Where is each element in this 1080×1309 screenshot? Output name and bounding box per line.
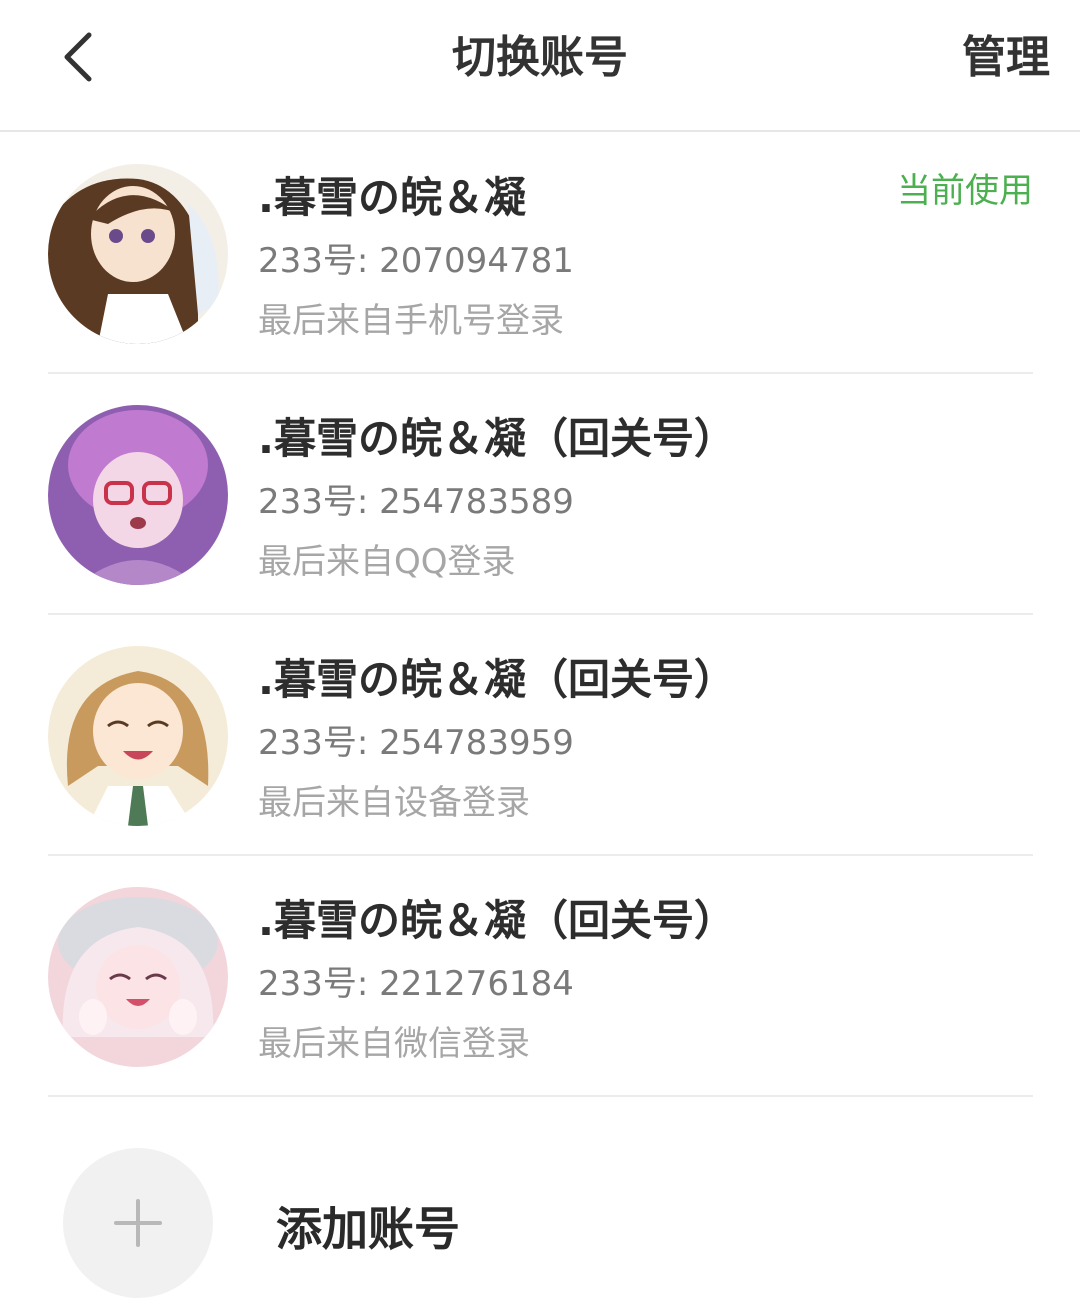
- avatar: [48, 646, 228, 826]
- manage-button[interactable]: 管理: [962, 30, 1050, 86]
- add-account-label: 添加账号: [276, 1202, 460, 1256]
- account-row[interactable]: .暮雪の皖＆凝（回关号） 233号: 221276184 最后来自微信登录: [48, 856, 1033, 1097]
- page-title: 切换账号: [452, 32, 628, 83]
- account-id: 233号: 254783589: [258, 482, 574, 522]
- account-row[interactable]: .暮雪の皖＆凝（回关号） 233号: 254783959 最后来自设备登录: [48, 615, 1033, 856]
- account-list: .暮雪の皖＆凝 当前使用 233号: 207094781 最后来自手机号登录 .…: [48, 133, 1033, 1097]
- last-login-source: 最后来自手机号登录: [258, 301, 564, 341]
- plus-icon: [114, 1199, 162, 1247]
- add-account-circle: [63, 1148, 213, 1298]
- avatar: [48, 164, 228, 344]
- last-login-source: 最后来自QQ登录: [258, 542, 516, 582]
- account-name: .暮雪の皖＆凝: [258, 173, 526, 222]
- account-row[interactable]: .暮雪の皖＆凝 当前使用 233号: 207094781 最后来自手机号登录: [48, 133, 1033, 374]
- account-id: 233号: 207094781: [258, 241, 574, 281]
- account-name: .暮雪の皖＆凝（回关号）: [258, 896, 736, 945]
- avatar: [48, 887, 228, 1067]
- add-account-button[interactable]: 添加账号: [48, 1103, 1033, 1309]
- account-name: .暮雪の皖＆凝（回关号）: [258, 414, 736, 463]
- account-row[interactable]: .暮雪の皖＆凝（回关号） 233号: 254783589 最后来自QQ登录: [48, 374, 1033, 615]
- last-login-source: 最后来自设备登录: [258, 783, 530, 823]
- account-id: 233号: 221276184: [258, 964, 574, 1004]
- account-id: 233号: 254783959: [258, 723, 574, 763]
- last-login-source: 最后来自微信登录: [258, 1024, 530, 1064]
- avatar: [48, 405, 228, 585]
- top-bar: 切换账号 管理: [0, 0, 1080, 132]
- current-account-badge: 当前使用: [897, 171, 1033, 211]
- account-name: .暮雪の皖＆凝（回关号）: [258, 655, 736, 704]
